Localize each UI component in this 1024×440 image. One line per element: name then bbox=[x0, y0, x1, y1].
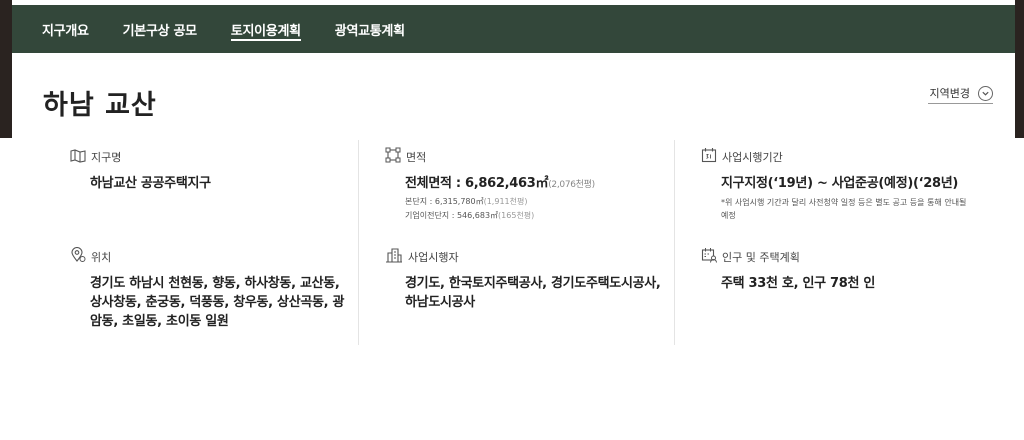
district-name-item: 지구명 하남교산 공공주택지구 bbox=[70, 148, 348, 193]
period-label: 사업시행기간 bbox=[722, 151, 783, 164]
region-underline bbox=[928, 103, 993, 104]
population-label: 인구 및 주택계획 bbox=[722, 251, 800, 264]
location-value: 경기도 하남시 천현동, 향동, 하사창동, 교산동, 상사창동, 춘궁동, 덕… bbox=[90, 276, 345, 329]
operator-value: 경기도, 한국토지주택공사, 경기도주택도시공사, 하남도시공사 bbox=[405, 276, 661, 310]
area-main-complex-pyeong: (1,911천평) bbox=[483, 197, 528, 206]
building-icon bbox=[385, 247, 408, 267]
period-item: 사업시행기간 지구지정(‘19년) ~ 사업준공(예정)(‘28년) *위 사업… bbox=[701, 148, 978, 222]
top-nav-bar: 지구개요 기본구상 공모 토지이용계획 광역교통계획 bbox=[12, 5, 1015, 53]
area-relocation-complex: 기업이전단지 : 546,683㎡(165천평) bbox=[405, 209, 664, 223]
location-item: 위치 경기도 하남시 천현동, 향동, 하사창동, 교산동, 상사창동, 춘궁동… bbox=[70, 247, 348, 331]
tab-design-competition[interactable]: 기본구상 공모 bbox=[123, 5, 197, 53]
operator-item: 사업시행자 경기도, 한국토지주택공사, 경기도주택도시공사, 하남도시공사 bbox=[385, 248, 664, 312]
area-total-prefix: 전체면적 : bbox=[405, 176, 465, 191]
background-strip-left bbox=[0, 0, 12, 138]
area-total-value: 6,862,463㎡ bbox=[465, 176, 549, 191]
operator-label: 사업시행자 bbox=[408, 251, 459, 264]
area-main-complex-value: 6,315,780㎡ bbox=[434, 197, 484, 206]
tab-transport-plan[interactable]: 광역교통계획 bbox=[335, 5, 405, 53]
area-total-pyeong: (2,076천평) bbox=[548, 180, 595, 190]
area-relocation-value: 546,683㎡ bbox=[456, 211, 499, 220]
location-pin-icon bbox=[70, 247, 91, 267]
info-column-1: 지구명 하남교산 공공주택지구 위치 경기도 하남시 천현동, 향동, 하사창동… bbox=[58, 140, 358, 345]
area-total: 전체면적 : 6,862,463㎡(2,076천평) bbox=[405, 174, 664, 195]
location-label: 위치 bbox=[91, 251, 112, 264]
info-column-3: 사업시행기간 지구지정(‘19년) ~ 사업준공(예정)(‘28년) *위 사업… bbox=[674, 140, 988, 345]
district-name-value: 하남교산 공공주택지구 bbox=[90, 176, 211, 191]
tab-land-use-plan[interactable]: 토지이용계획 bbox=[230, 5, 301, 53]
area-main-complex-label: 본단지 : bbox=[405, 197, 435, 206]
page-title: 하남 교산 bbox=[43, 90, 157, 121]
area-relocation-pyeong: (165천평) bbox=[498, 211, 535, 220]
population-item: 인구 및 주택계획 주택 33천 호, 인구 78천 인 bbox=[701, 248, 978, 293]
tab-overview[interactable]: 지구개요 bbox=[42, 5, 89, 53]
area-label: 면적 bbox=[406, 151, 427, 164]
calendar-people-icon bbox=[701, 247, 722, 267]
page: 지구개요 기본구상 공모 토지이용계획 광역교통계획 하남 교산 지역변경 지구… bbox=[0, 0, 1024, 440]
district-name-label: 지구명 bbox=[91, 151, 122, 164]
area-frame-icon bbox=[385, 147, 406, 167]
background-strip-right bbox=[1015, 0, 1024, 138]
region-change-label: 지역변경 bbox=[929, 87, 970, 100]
area-main-complex: 본단지 : 6,315,780㎡(1,911천평) bbox=[405, 195, 664, 209]
area-item: 면적 전체면적 : 6,862,463㎡(2,076천평) 본단지 : 6,31… bbox=[385, 147, 664, 223]
region-change-button[interactable]: 지역변경 bbox=[930, 85, 993, 101]
chevron-down-icon bbox=[978, 85, 993, 101]
info-column-2: 면적 전체면적 : 6,862,463㎡(2,076천평) 본단지 : 6,31… bbox=[358, 140, 674, 345]
calendar-icon bbox=[701, 147, 722, 167]
population-value: 주택 33천 호, 인구 78천 인 bbox=[721, 276, 876, 291]
map-icon bbox=[70, 148, 91, 167]
page-header: 하남 교산 지역변경 bbox=[12, 53, 1015, 138]
info-grid: 지구명 하남교산 공공주택지구 위치 경기도 하남시 천현동, 향동, 하사창동… bbox=[58, 140, 988, 345]
period-value: 지구지정(‘19년) ~ 사업준공(예정)(‘28년) bbox=[721, 176, 959, 191]
period-note: *위 사업시행 기간과 달리 사전청약 일정 등은 별도 공고 등을 통해 안내… bbox=[721, 198, 967, 220]
area-relocation-label: 기업이전단지 : bbox=[405, 211, 457, 220]
